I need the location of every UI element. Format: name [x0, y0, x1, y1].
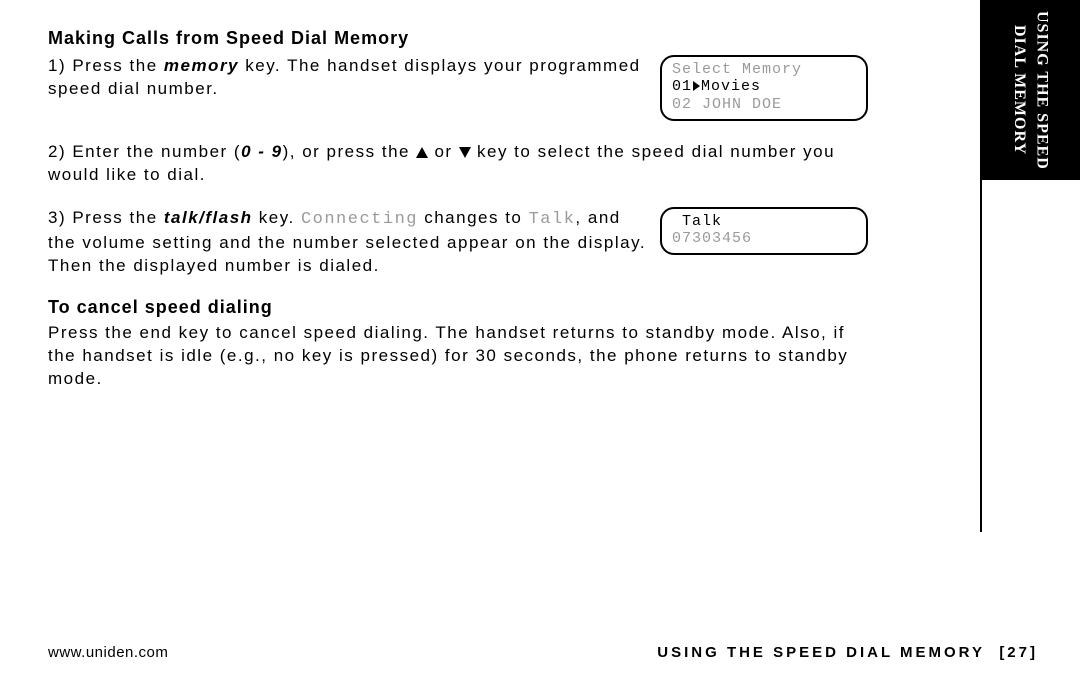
cancel-a: Press the [48, 323, 140, 342]
step3-c: changes to [418, 208, 529, 227]
step-3-row: 3) Press the talk/flash key. Connecting … [48, 207, 868, 278]
step2-range: 0 - 9 [241, 142, 283, 161]
step2-b: ), or press the [283, 142, 417, 161]
lcd1-line1: Select Memory [672, 61, 802, 78]
cancel-paragraph: Press the end key to cancel speed dialin… [48, 322, 868, 391]
step3-key: talk/flash [164, 208, 253, 227]
lcd-display-1: Select Memory 01 Movies 02 JOHN DOE [660, 55, 868, 121]
step3-connecting: Connecting [301, 210, 418, 229]
cancel-heading: To cancel speed dialing [48, 297, 868, 318]
manual-page: USING THE SPEED DIAL MEMORY Making Calls… [0, 0, 1080, 687]
lcd1-line2b: Movies [701, 78, 761, 95]
footer-section: USING THE SPEED DIAL MEMORY [27] [657, 644, 1038, 661]
cursor-icon [693, 81, 700, 91]
step3-b: key. [253, 208, 301, 227]
step3-a: 3) Press the [48, 208, 164, 227]
side-tab-line2: DIAL MEMORY [1011, 25, 1028, 155]
down-arrow-icon [459, 147, 471, 158]
footer-page-num: [27] [999, 644, 1038, 661]
up-arrow-icon [416, 147, 428, 158]
lcd2-line2: 07303456 [672, 230, 752, 247]
step-2-row: 2) Enter the number (0 - 9), or press th… [48, 141, 868, 187]
step1-key: memory [164, 56, 239, 75]
lcd1-line3: 02 JOHN DOE [672, 96, 782, 113]
page-footer: www.uniden.com USING THE SPEED DIAL MEMO… [48, 644, 1038, 661]
step2-a: 2) Enter the number ( [48, 142, 241, 161]
step-1-text: 1) Press the memory key. The handset dis… [48, 55, 660, 101]
step-3-text: 3) Press the talk/flash key. Connecting … [48, 207, 660, 278]
step1-prefix: 1) Press the [48, 56, 164, 75]
footer-url: www.uniden.com [48, 644, 168, 661]
side-tab-line1: USING THE SPEED [1033, 11, 1050, 170]
side-tab-label: USING THE SPEED DIAL MEMORY [1008, 11, 1053, 170]
cancel-key: end [140, 323, 173, 342]
step3-talk: Talk [529, 210, 576, 229]
side-tab-black: USING THE SPEED DIAL MEMORY [980, 0, 1080, 180]
lcd-display-2: Talk 07303456 [660, 207, 868, 256]
footer-section-name: USING THE SPEED DIAL MEMORY [657, 644, 985, 661]
content-area: Making Calls from Speed Dial Memory 1) P… [48, 28, 868, 391]
step2-c: or [428, 142, 459, 161]
section-heading: Making Calls from Speed Dial Memory [48, 28, 868, 49]
step-2-text: 2) Enter the number (0 - 9), or press th… [48, 141, 868, 187]
lcd2-line1: Talk [672, 213, 722, 230]
lcd1-line2a: 01 [672, 78, 692, 95]
step-1-row: 1) Press the memory key. The handset dis… [48, 55, 868, 121]
side-tab: USING THE SPEED DIAL MEMORY [980, 0, 1080, 532]
